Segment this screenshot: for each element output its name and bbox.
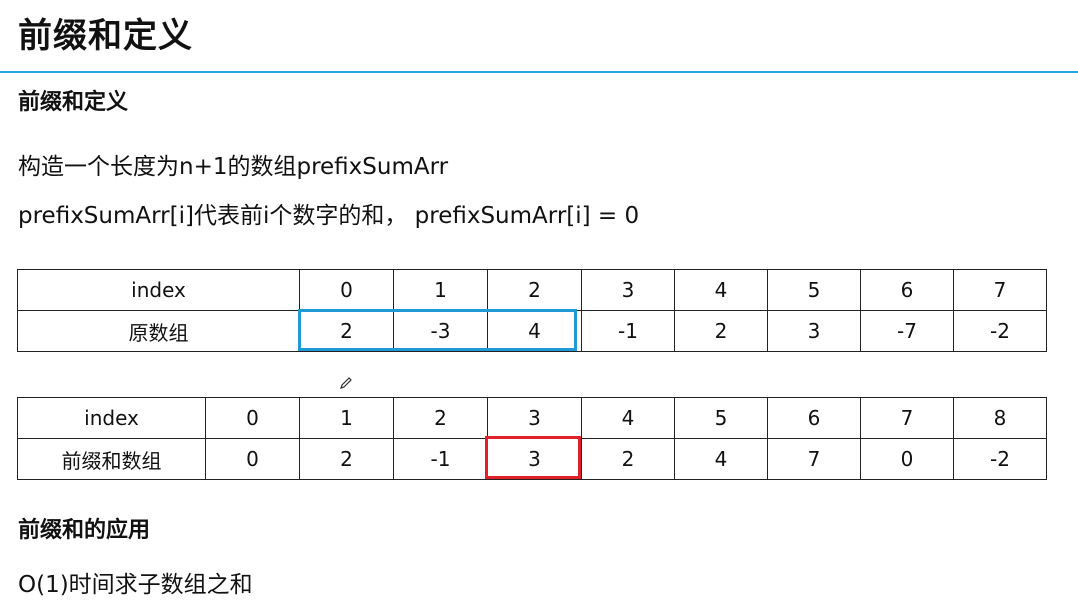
table-cell: 0 <box>299 269 394 311</box>
table-cell: 1 <box>299 397 394 439</box>
pencil-icon <box>340 377 352 389</box>
prefix-value-highlight-red <box>485 436 581 479</box>
page-title: 前缀和定义 <box>18 16 193 56</box>
table-cell: 7 <box>860 397 954 439</box>
table-cell: 0 <box>860 438 954 480</box>
section-heading-application: 前缀和的应用 <box>18 518 151 543</box>
table-cell: 4 <box>674 269 768 311</box>
table-cell: 4 <box>581 397 675 439</box>
application-line-1: O(1)时间求子数组之和 <box>18 572 253 598</box>
table-cell: 2 <box>299 438 394 480</box>
title-divider <box>0 71 1078 73</box>
table-cell: -2 <box>953 310 1047 352</box>
table-cell: 2 <box>581 438 675 480</box>
table-cell: index <box>17 397 206 439</box>
table-cell: -1 <box>393 438 488 480</box>
table-cell: index <box>17 269 300 311</box>
table-cell: 3 <box>767 310 861 352</box>
definition-line-1: 构造一个长度为n+1的数组prefixSumArr <box>18 154 449 180</box>
table-cell: 6 <box>860 269 954 311</box>
table-cell: 2 <box>393 397 488 439</box>
table-cell: 7 <box>767 438 861 480</box>
table-cell: 5 <box>767 269 861 311</box>
table-cell: 3 <box>487 397 582 439</box>
table-cell: 7 <box>953 269 1047 311</box>
table-cell: 0 <box>205 438 300 480</box>
table-cell: 8 <box>953 397 1047 439</box>
table-cell: 0 <box>205 397 300 439</box>
table-cell: 3 <box>581 269 675 311</box>
table-cell: 原数组 <box>17 310 300 352</box>
table-row: index 0 1 2 3 4 5 6 7 <box>17 269 1047 311</box>
section-heading-definition: 前缀和定义 <box>18 90 129 115</box>
table-cell: -1 <box>581 310 675 352</box>
table-cell: -2 <box>953 438 1047 480</box>
table-cell: 2 <box>674 310 768 352</box>
table-cell: -7 <box>860 310 954 352</box>
table-cell: 6 <box>767 397 861 439</box>
table-cell: 前缀和数组 <box>17 438 206 480</box>
table-cell: 1 <box>393 269 488 311</box>
table-cell: 5 <box>674 397 768 439</box>
definition-line-2: prefixSumArr[i]代表前i个数字的和， prefixSumArr[i… <box>18 203 640 229</box>
table-row: index 0 1 2 3 4 5 6 7 8 <box>17 397 1047 439</box>
table-cell: 4 <box>674 438 768 480</box>
table-cell: 2 <box>487 269 582 311</box>
subarray-highlight-blue <box>298 309 577 351</box>
